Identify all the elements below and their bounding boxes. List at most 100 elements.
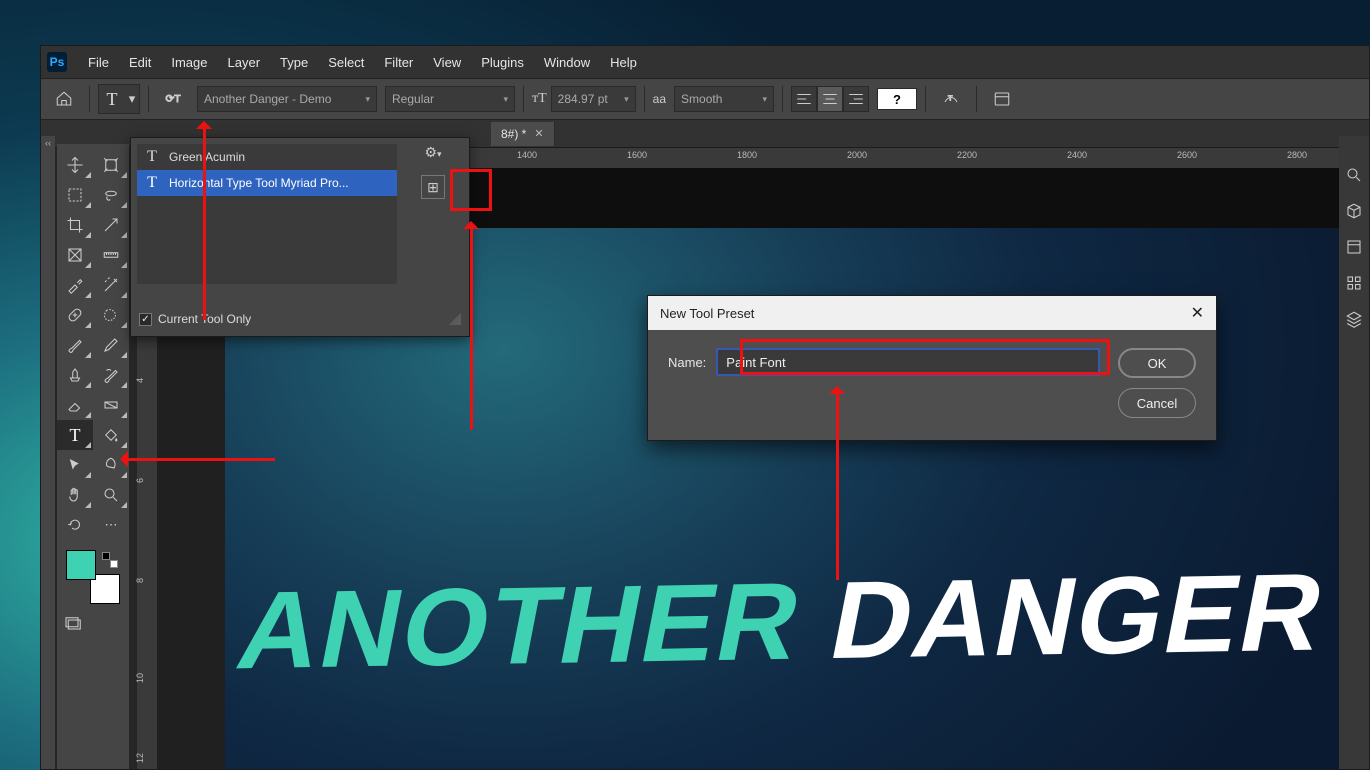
heal-tool[interactable] xyxy=(57,300,93,330)
svg-text:⟳T: ⟳T xyxy=(166,93,182,105)
font-size-select[interactable]: 284.97 pt ▾ xyxy=(551,86,636,112)
marquee-tool[interactable] xyxy=(57,180,93,210)
color-swatch-label: ? xyxy=(893,92,901,107)
document-tab[interactable]: 8#) * ✕ xyxy=(491,122,555,146)
new-tool-preset-dialog: New Tool Preset ✕ Name: OK Cancel xyxy=(647,295,1217,441)
align-center-button[interactable] xyxy=(817,86,843,112)
right-panel-dock[interactable] xyxy=(1339,136,1369,769)
menu-edit[interactable]: Edit xyxy=(120,51,160,74)
swap-colors-icon[interactable] xyxy=(102,552,118,568)
color-swatches[interactable] xyxy=(66,550,120,604)
menu-image[interactable]: Image xyxy=(162,51,216,74)
menu-plugins[interactable]: Plugins xyxy=(472,51,533,74)
canvas-text-part2: Danger xyxy=(821,551,1335,683)
edit-toolbar-button[interactable]: ⋯ xyxy=(93,510,129,540)
tool-preset-list[interactable]: T Green Acumin T Horizontal Type Tool My… xyxy=(137,144,397,284)
chevron-down-icon: ▾ xyxy=(624,94,629,105)
font-size-group: ᴛT 284.97 pt ▾ xyxy=(532,86,636,112)
rotate-view-tool[interactable] xyxy=(57,510,93,540)
foreground-color-swatch[interactable] xyxy=(66,550,96,580)
align-left-button[interactable] xyxy=(791,86,817,112)
align-right-button[interactable] xyxy=(843,86,869,112)
type-tool[interactable]: T xyxy=(57,420,93,450)
screen-mode-button[interactable] xyxy=(63,614,129,635)
tool-preset-item[interactable]: T Horizontal Type Tool Myriad Pro... xyxy=(137,170,397,196)
layers-icon[interactable] xyxy=(1345,310,1363,328)
font-family-select[interactable]: Another Danger - Demo ▾ xyxy=(197,86,377,112)
checkbox-checked-icon: ✓ xyxy=(139,313,152,326)
artboard-tool[interactable] xyxy=(93,150,129,180)
svg-text:T: T xyxy=(948,94,953,103)
cancel-button[interactable]: Cancel xyxy=(1118,388,1196,418)
dialog-titlebar[interactable]: New Tool Preset ✕ xyxy=(648,296,1216,330)
frame-tool[interactable] xyxy=(57,240,93,270)
move-tool[interactable] xyxy=(57,150,93,180)
slice-tool[interactable] xyxy=(93,210,129,240)
paint-bucket-tool[interactable] xyxy=(93,420,129,450)
menu-window[interactable]: Window xyxy=(535,51,599,74)
search-icon[interactable] xyxy=(1345,166,1363,184)
history-brush-tool[interactable] xyxy=(93,360,129,390)
text-align-group xyxy=(791,86,869,112)
tool-preset-dropdown[interactable]: T ▾ xyxy=(98,84,140,114)
ruler-tick: 1600 xyxy=(627,150,647,160)
menu-help[interactable]: Help xyxy=(601,51,646,74)
checkbox-label: Current Tool Only xyxy=(158,312,251,326)
magic-wand-tool[interactable] xyxy=(93,270,129,300)
warp-text-button[interactable]: T xyxy=(934,84,968,114)
gear-icon[interactable]: ⚙▾ xyxy=(424,144,441,161)
document-tab-label: 8#) * xyxy=(501,127,526,141)
menu-layer[interactable]: Layer xyxy=(219,51,270,74)
ruler-tick: 6 xyxy=(135,478,145,483)
hand-tool[interactable] xyxy=(57,480,93,510)
type-tool-icon: T xyxy=(143,148,161,166)
shape-tool[interactable] xyxy=(93,450,129,480)
ruler-tool[interactable] xyxy=(93,240,129,270)
dialog-title-label: New Tool Preset xyxy=(660,306,754,321)
new-preset-button[interactable]: ⊞ xyxy=(421,175,445,199)
panel-collapse-gutter[interactable]: ‹‹ xyxy=(41,136,55,769)
tools-panel: T ⋯ xyxy=(57,144,129,769)
zoom-tool[interactable] xyxy=(93,480,129,510)
menu-select[interactable]: Select xyxy=(319,51,373,74)
close-icon[interactable]: ✕ xyxy=(534,127,543,140)
antialias-select[interactable]: Smooth ▾ xyxy=(674,86,774,112)
tool-preset-label: Green Acumin xyxy=(169,150,245,164)
cube-icon[interactable] xyxy=(1345,202,1363,220)
lasso-tool[interactable] xyxy=(93,180,129,210)
ruler-tick: 2200 xyxy=(957,150,977,160)
tool-preset-panel: T Green Acumin T Horizontal Type Tool My… xyxy=(130,137,470,337)
font-style-value: Regular xyxy=(392,92,497,106)
pencil-tool[interactable] xyxy=(93,330,129,360)
text-orientation-toggle[interactable]: ⟳T xyxy=(157,84,189,114)
ok-button[interactable]: OK xyxy=(1118,348,1196,378)
eyedropper-tool[interactable] xyxy=(57,270,93,300)
menu-filter[interactable]: Filter xyxy=(375,51,422,74)
crop-tool[interactable] xyxy=(57,210,93,240)
resize-grip-icon[interactable]: ◢ xyxy=(449,308,461,328)
options-bar: T ▾ ⟳T Another Danger - Demo ▾ Regular ▾… xyxy=(41,78,1369,120)
close-icon[interactable]: ✕ xyxy=(1191,303,1204,323)
home-icon[interactable] xyxy=(47,84,81,114)
patch-tool[interactable] xyxy=(93,300,129,330)
eraser-tool[interactable] xyxy=(57,390,93,420)
ruler-tick: 8 xyxy=(135,578,145,583)
menu-file[interactable]: File xyxy=(79,51,118,74)
menu-type[interactable]: Type xyxy=(271,51,317,74)
gradient-tool[interactable] xyxy=(93,390,129,420)
current-tool-only-checkbox[interactable]: ✓ Current Tool Only xyxy=(139,312,251,326)
font-size-value: 284.97 pt xyxy=(558,92,618,106)
path-select-tool[interactable] xyxy=(57,450,93,480)
clone-stamp-tool[interactable] xyxy=(57,360,93,390)
text-color-swatch[interactable]: ? xyxy=(877,88,917,110)
tool-preset-item[interactable]: T Green Acumin xyxy=(137,144,397,170)
font-style-select[interactable]: Regular ▾ xyxy=(385,86,515,112)
canvas-text-part1: Another xyxy=(229,559,846,692)
swatches-icon[interactable] xyxy=(1345,274,1363,292)
menu-view[interactable]: View xyxy=(424,51,470,74)
brush-tool[interactable] xyxy=(57,330,93,360)
canvas-text-layer[interactable]: Another Danger xyxy=(228,549,1336,695)
character-panel-button[interactable] xyxy=(985,84,1019,114)
preset-name-input[interactable] xyxy=(716,348,1100,376)
panel-icon[interactable] xyxy=(1345,238,1363,256)
